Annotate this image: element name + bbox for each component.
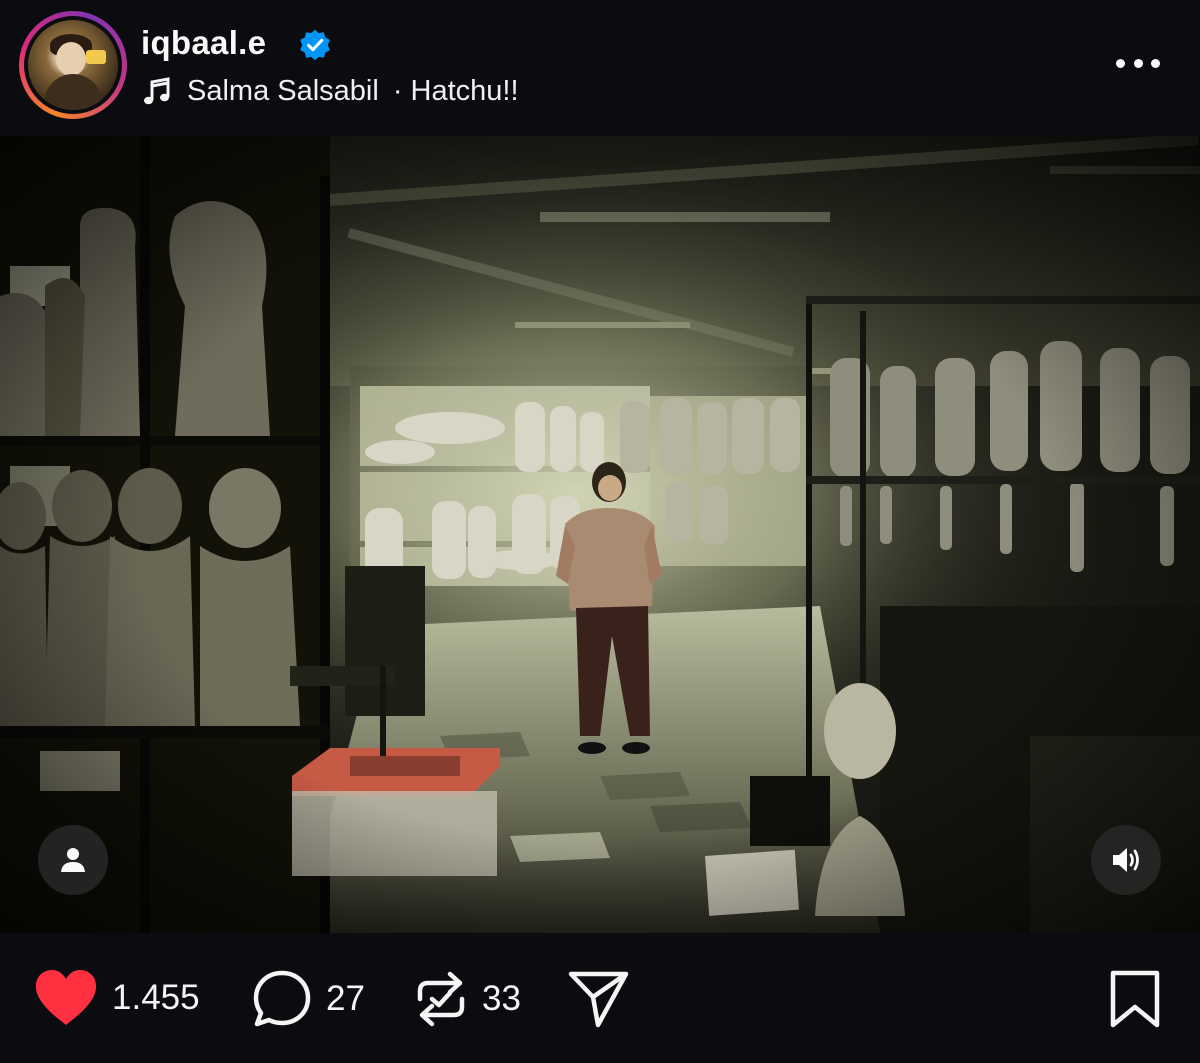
- share-button[interactable]: [568, 969, 630, 1029]
- repost-icon: [417, 971, 465, 1027]
- action-bar: 1.455 27 33: [0, 933, 1200, 1063]
- more-options-button[interactable]: [1112, 48, 1164, 78]
- speaker-icon: [1113, 848, 1139, 872]
- post-card: iqbaal.e Salma Salsabil · Hatchu!! 1.455…: [0, 0, 1200, 1063]
- like-button[interactable]: 1.455: [34, 969, 200, 1027]
- music-link[interactable]: Salma Salsabil · Hatchu!!: [141, 75, 519, 108]
- repost-button[interactable]: 33: [414, 969, 521, 1029]
- avatar[interactable]: [28, 20, 118, 110]
- verified-badge-icon: [300, 29, 330, 61]
- heart-icon: [35, 970, 97, 1025]
- username-link[interactable]: iqbaal.e: [141, 24, 266, 62]
- comment-button[interactable]: 27: [252, 969, 365, 1029]
- music-track: Hatchu!!: [410, 75, 519, 107]
- bookmark-icon: [1110, 970, 1160, 1028]
- post-header: iqbaal.e Salma Salsabil · Hatchu!!: [0, 0, 1200, 136]
- post-photo[interactable]: [0, 136, 1200, 933]
- like-count[interactable]: 1.455: [112, 978, 200, 1018]
- user-tag-icon: [61, 848, 85, 872]
- share-icon: [568, 971, 629, 1028]
- audio-toggle-button[interactable]: [1091, 825, 1161, 895]
- user-tags-button[interactable]: [38, 825, 108, 895]
- comment-count[interactable]: 27: [326, 979, 365, 1019]
- story-ring[interactable]: [19, 11, 127, 119]
- music-artist: Salma Salsabil: [187, 75, 379, 107]
- repost-count[interactable]: 33: [482, 979, 521, 1019]
- more-icon: [1116, 58, 1125, 68]
- save-button[interactable]: [1108, 969, 1162, 1029]
- photo-illustration: [0, 136, 1200, 933]
- music-separator: ·: [392, 75, 403, 107]
- music-note-icon: [144, 76, 170, 104]
- comment-icon: [253, 970, 311, 1027]
